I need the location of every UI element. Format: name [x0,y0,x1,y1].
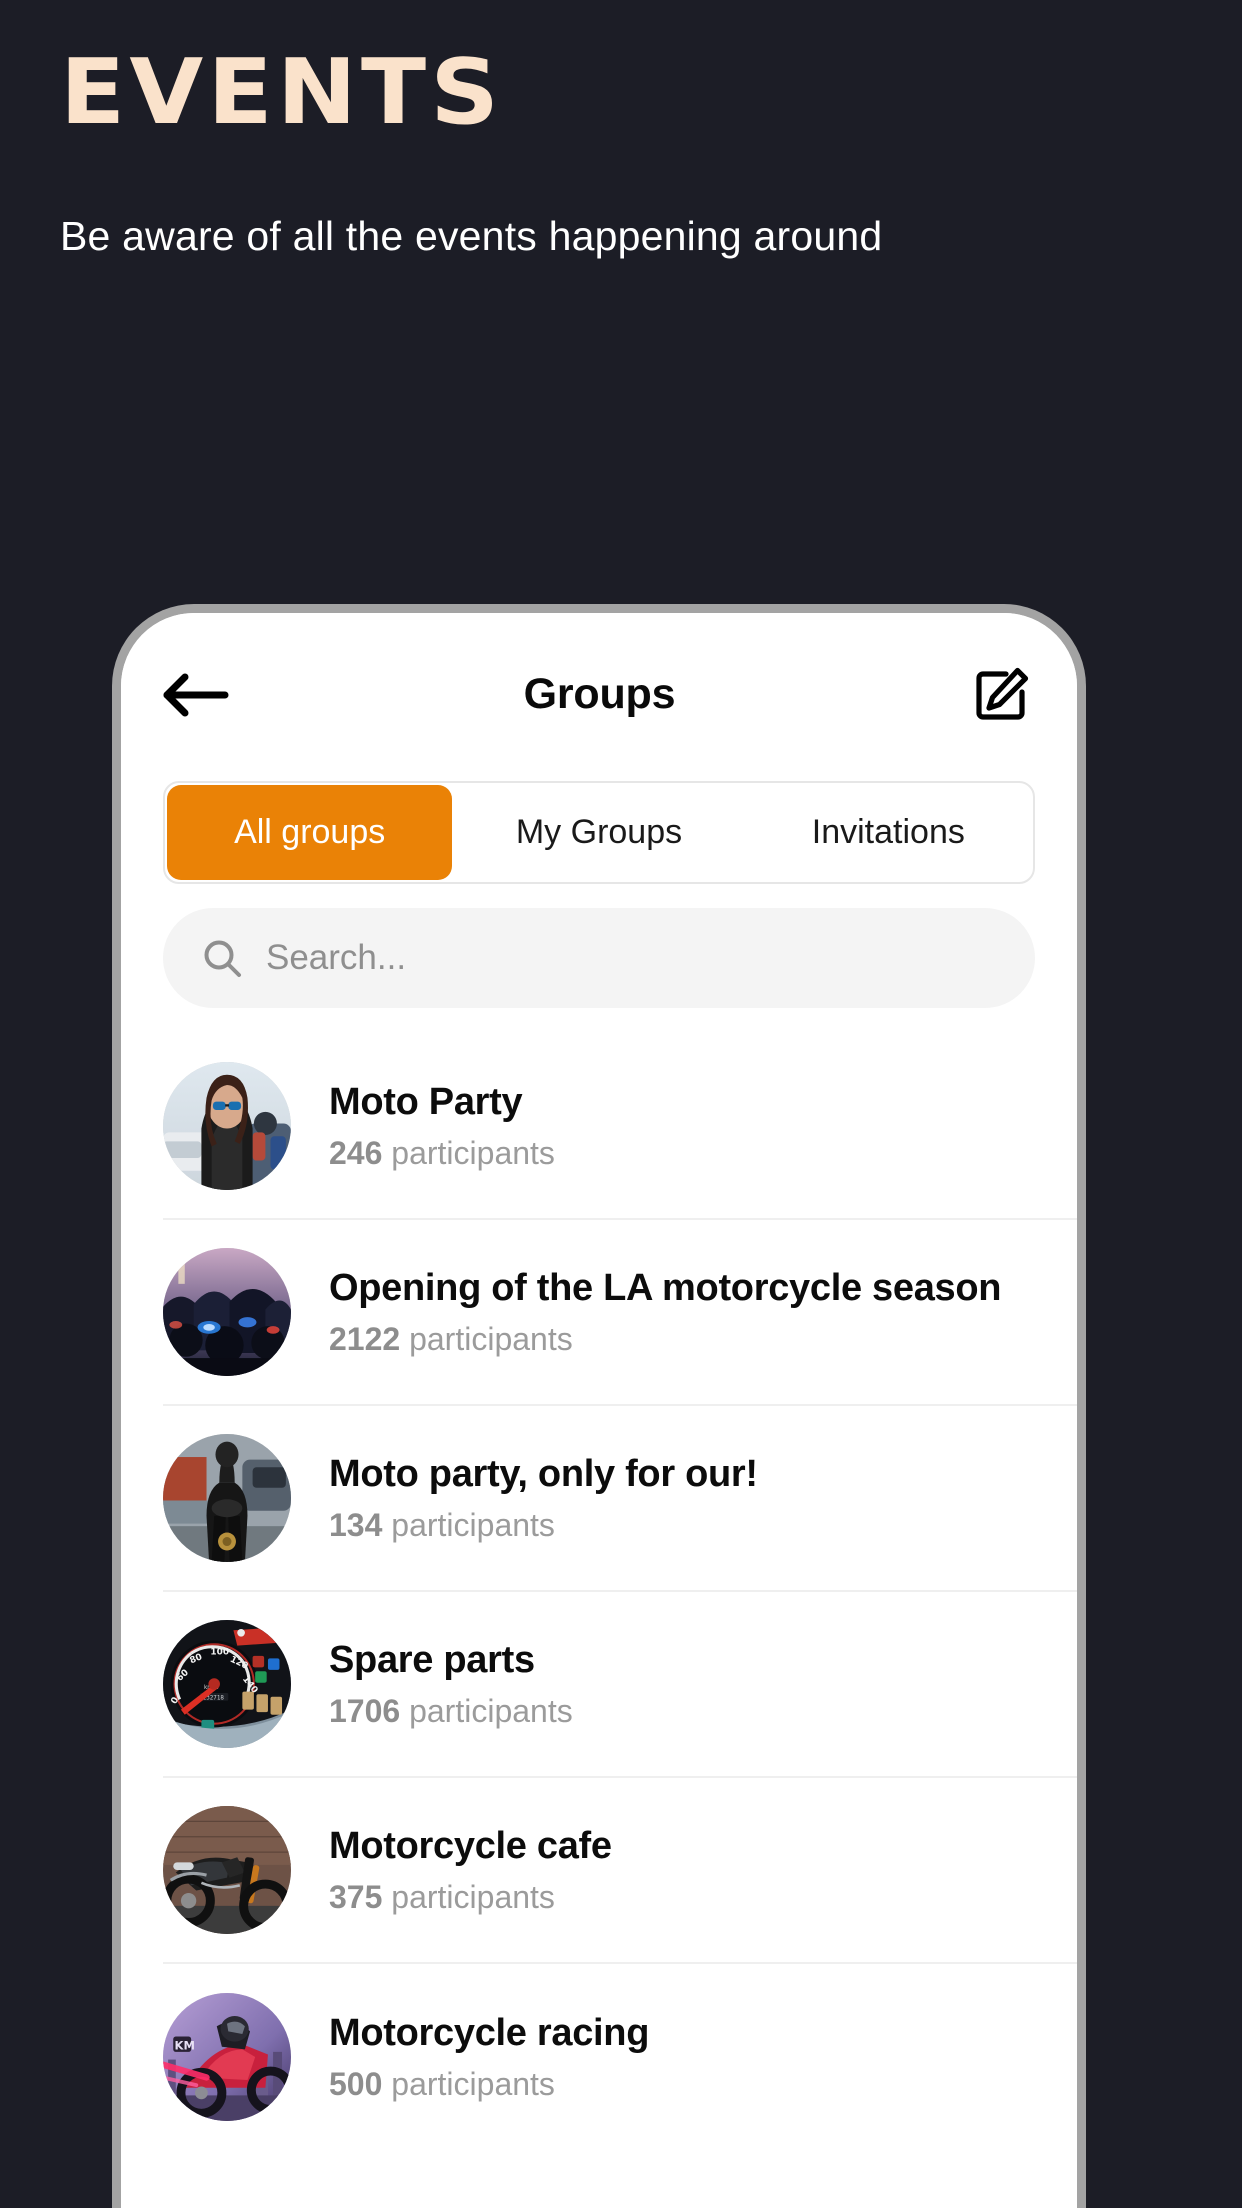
group-text: Moto party, only for our! 134 participan… [329,1453,758,1544]
group-text: Spare parts 1706 participants [329,1639,573,1730]
group-list-item[interactable]: 0 60 80 100 120 140 km/h 132718 [163,1592,1077,1778]
group-text: Motorcycle cafe 375 participants [329,1825,612,1916]
screen-title: Groups [523,670,676,718]
group-participants: 134 participants [329,1508,758,1543]
phone-screen: Groups All groups My Groups Invitations [121,613,1077,2208]
arrow-left-icon [163,673,229,716]
participant-count: 2122 [329,1321,401,1358]
search-icon [201,937,243,979]
participant-unit: participants [391,1135,555,1172]
avatar [163,1062,291,1190]
avatar [163,1248,291,1376]
group-list-item[interactable]: KM Motorcycle racing 500 participants [163,1964,1077,2150]
back-button[interactable] [161,665,239,725]
participant-unit: participants [409,1693,573,1730]
group-name: Moto Party [329,1080,523,1123]
participant-count: 246 [329,1135,383,1172]
participant-count: 1706 [329,1693,401,1730]
group-list: Moto Party 246 participants Opening of t… [121,1034,1077,2150]
search-bar[interactable] [163,908,1035,1008]
group-name: Moto party, only for our! [329,1452,758,1495]
group-list-item[interactable]: Moto party, only for our! 134 participan… [163,1406,1077,1592]
group-name: Spare parts [329,1638,535,1681]
group-list-item[interactable]: Moto Party 246 participants [163,1034,1077,1220]
avatar [163,1806,291,1934]
compose-button[interactable] [970,664,1032,726]
svg-text:KM: KM [175,2038,195,2052]
participant-count: 500 [329,2066,383,2103]
tab-bar: All groups My Groups Invitations [163,781,1035,884]
page-subtitle: Be aware of all the events happening aro… [60,213,883,259]
page-title: EVENTS [60,40,504,145]
group-participants: 1706 participants [329,1694,573,1729]
svg-text:100: 100 [210,1648,229,1658]
group-participants: 246 participants [329,1136,555,1171]
avatar: KM [163,1993,291,2121]
tab-all-groups[interactable]: All groups [167,785,453,880]
app-header: Groups [121,613,1077,776]
tab-my-groups[interactable]: My Groups [456,785,741,880]
group-list-item[interactable]: Motorcycle cafe 375 participants [163,1778,1077,1964]
group-name: Motorcycle racing [329,2011,650,2054]
tab-invitations[interactable]: Invitations [746,785,1031,880]
group-text: Moto Party 246 participants [329,1081,555,1172]
participant-unit: participants [391,1507,555,1544]
group-participants: 500 participants [329,2067,649,2102]
avatar [163,1434,291,1562]
participant-unit: participants [409,1321,573,1358]
participant-count: 134 [329,1507,383,1544]
phone-mockup-frame: Groups All groups My Groups Invitations [112,604,1086,2208]
group-name: Motorcycle cafe [329,1824,612,1867]
participant-count: 375 [329,1879,383,1916]
participant-unit: participants [391,2066,555,2103]
group-name: Opening of the LA motorcycle season [329,1266,1002,1309]
search-input[interactable] [266,938,997,978]
group-participants: 375 participants [329,1880,612,1915]
participant-unit: participants [391,1879,555,1916]
group-text: Motorcycle racing 500 participants [329,2012,649,2103]
group-participants: 2122 participants [329,1322,1001,1357]
group-text: Opening of the LA motorcycle season 2122… [329,1266,1002,1358]
edit-square-icon [976,667,1029,720]
group-list-item[interactable]: Opening of the LA motorcycle season 2122… [163,1220,1077,1406]
avatar: 0 60 80 100 120 140 km/h 132718 [163,1620,291,1748]
